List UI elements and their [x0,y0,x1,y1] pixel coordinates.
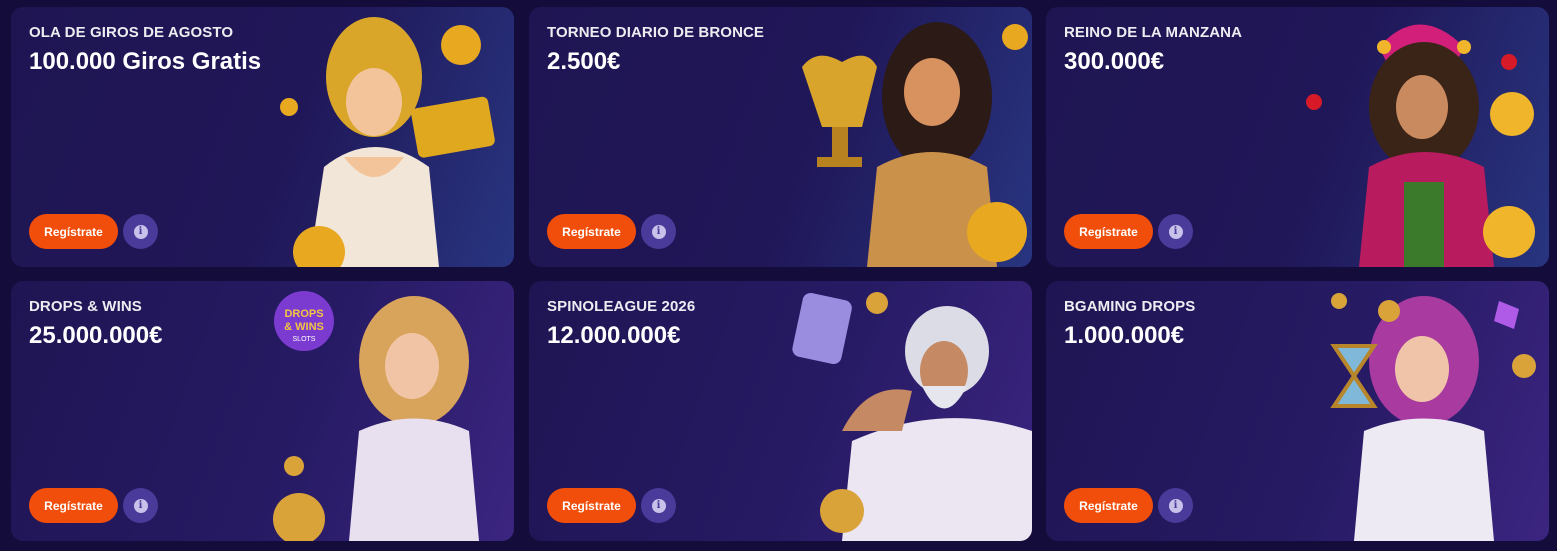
goddess-with-hourglass-illustration [1330,293,1536,541]
promo-card-giros[interactable]: OLA DE GIROS DE AGOSTO 100.000 Giros Gra… [11,7,514,267]
promo-card-bgaming-drops[interactable]: BGAMING DROPS 1.000.000€ Regístrate i [1046,281,1549,541]
register-button[interactable]: Regístrate [547,488,636,523]
svg-text:DROPS: DROPS [284,308,323,320]
zeus-with-s-logo-illustration [792,292,1032,541]
info-button[interactable]: i [123,488,158,523]
register-button[interactable]: Regístrate [547,214,636,249]
info-icon: i [133,224,148,239]
woman-with-gold-trophy-illustration [802,22,1028,267]
register-button[interactable]: Regístrate [1064,488,1153,523]
info-icon: i [651,498,666,513]
promo-subtitle: SPINOLEAGUE 2026 [547,298,696,315]
promo-subtitle: OLA DE GIROS DE AGOSTO [29,24,234,41]
info-button[interactable]: i [1158,214,1193,249]
promo-prize: 25.000.000€ [29,322,163,349]
register-button[interactable]: Regístrate [1064,214,1153,249]
info-button[interactable]: i [1158,488,1193,523]
info-icon: i [1168,224,1183,239]
register-button[interactable]: Regístrate [29,214,118,249]
promo-prize: 1.000.000€ [1064,322,1185,349]
jester-woman-with-coin-illustration [1306,24,1535,267]
promo-subtitle: DROPS & WINS [29,298,142,315]
promo-card-reino-manzana[interactable]: REINO DE LA MANZANA 300.000€ Regístrate … [1046,7,1549,267]
promo-subtitle: REINO DE LA MANZANA [1064,24,1243,41]
promo-prize: 100.000 Giros Gratis [29,48,262,75]
info-button[interactable]: i [123,214,158,249]
promo-prize: 300.000€ [1064,48,1165,75]
goddess-with-golden-ticket-illustration [280,17,495,267]
svg-text:& WINS: & WINS [284,321,324,333]
promo-prize: 2.500€ [547,48,621,75]
promo-card-drops-wins[interactable]: DROPS & WINS SLOTS DROPS & WINS 25.000.0… [11,281,514,541]
register-button[interactable]: Regístrate [29,488,118,523]
info-button[interactable]: i [641,214,676,249]
info-button[interactable]: i [641,488,676,523]
promo-card-spinoleague[interactable]: SPINOLEAGUE 2026 12.000.000€ Regístrate … [529,281,1032,541]
promo-subtitle: BGAMING DROPS [1064,298,1196,315]
promo-card-torneo-bronce[interactable]: TORNEO DIARIO DE BRONCE 2.500€ Regístrat… [529,7,1032,267]
info-icon: i [1168,498,1183,513]
info-icon: i [651,224,666,239]
info-icon: i [133,498,148,513]
promo-prize: 12.000.000€ [547,322,681,349]
promo-subtitle: TORNEO DIARIO DE BRONCE [547,24,765,41]
svg-text:SLOTS: SLOTS [293,336,316,343]
goddess-drops-and-wins-illustration: DROPS & WINS SLOTS [273,291,479,541]
